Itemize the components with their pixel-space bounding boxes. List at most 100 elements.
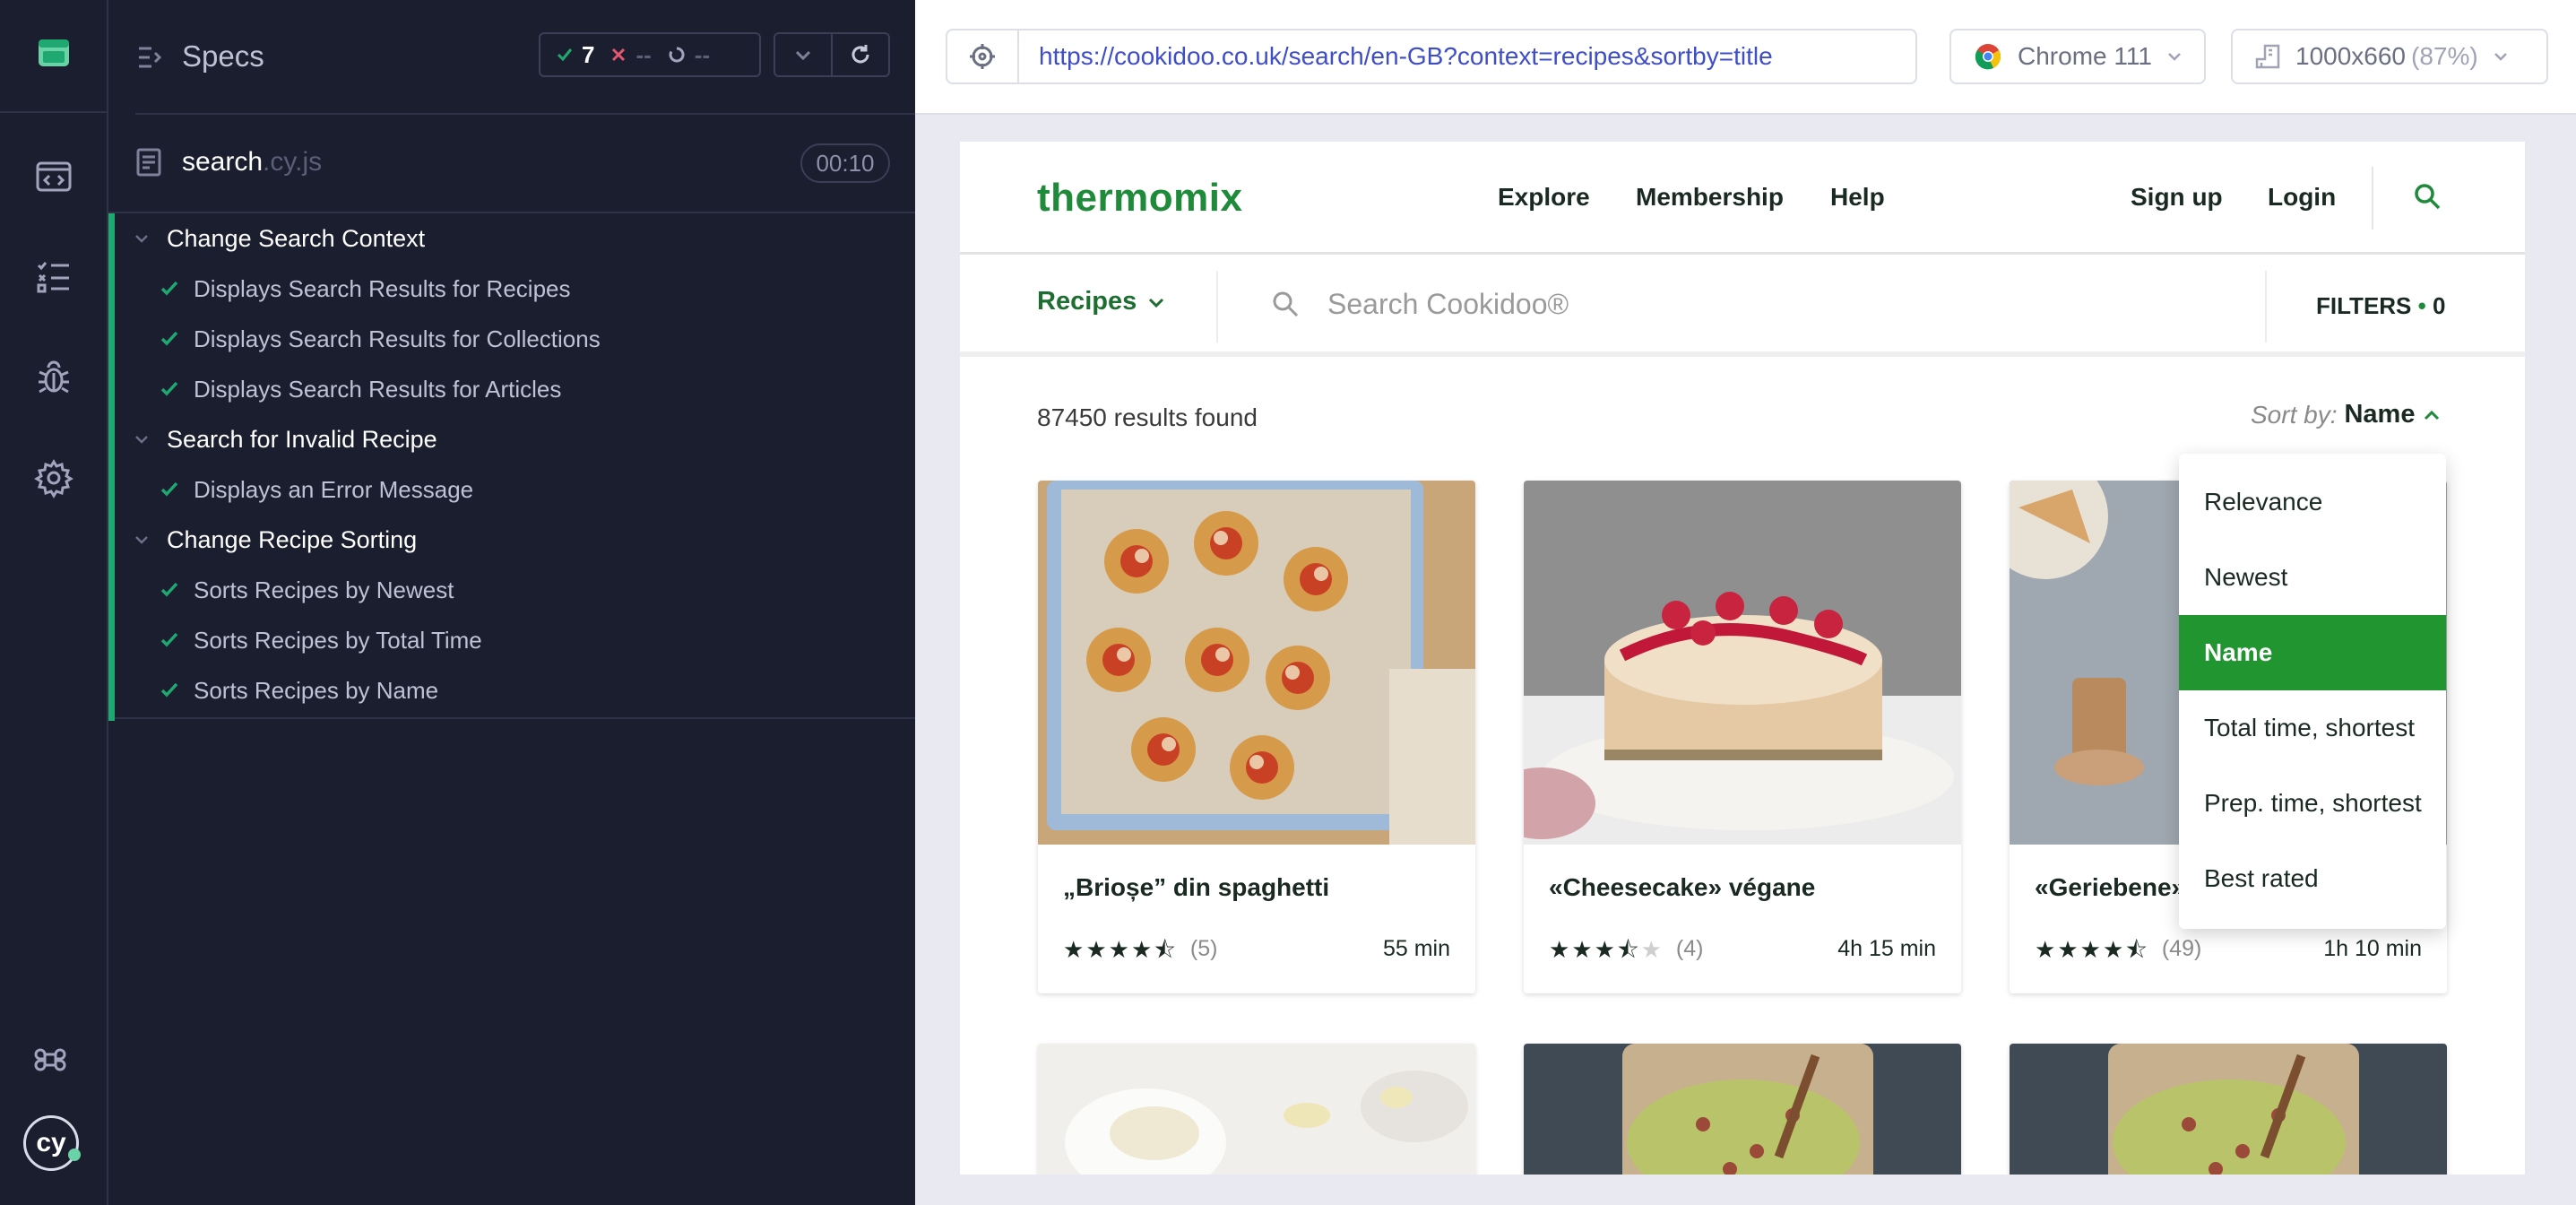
test-row[interactable]: Displays Search Results for Articles [115, 364, 915, 414]
recipe-title: «Geriebene» [2035, 873, 2186, 901]
test-row[interactable]: Displays Search Results for Recipes [115, 264, 915, 314]
recipe-card[interactable] [1038, 1044, 1475, 1175]
pending-count: -- [694, 40, 711, 68]
test-row[interactable]: Sorts Recipes by Newest [115, 565, 915, 615]
app-logo-icon[interactable] [0, 4, 108, 102]
url-text[interactable]: https://cookidoo.co.uk/search/en-GB?cont… [1039, 42, 1773, 71]
nav-help[interactable]: Help [1830, 183, 1885, 212]
star-icon: ★ [1108, 935, 1129, 963]
settings-gear-icon[interactable] [0, 429, 108, 527]
sort-option-relevance[interactable]: Relevance [2179, 464, 2446, 540]
star-icon: ★ [1063, 935, 1085, 963]
test-row[interactable]: Sorts Recipes by Total Time [115, 615, 915, 665]
reporter-panel: Specs 7 -- -- search.cy.js 00:10 Change … [108, 0, 915, 1205]
aut-toolbar: https://cookidoo.co.uk/search/en-GB?cont… [915, 0, 2576, 115]
star-icon: ★ [2035, 935, 2056, 963]
suite-label: Change Search Context [167, 224, 426, 252]
sign-up-link[interactable]: Sign up [2131, 183, 2223, 212]
sort-option-total-time[interactable]: Total time, shortest [2179, 690, 2446, 766]
search-context-dropdown[interactable]: Recipes [1037, 287, 1165, 316]
test-label: Displays Search Results for Collections [194, 325, 601, 352]
runner-controls [774, 32, 890, 77]
spec-duration: 00:10 [800, 143, 890, 183]
passed-stat: 7 [557, 41, 594, 69]
star-icon: ★ [1085, 935, 1107, 963]
chrome-icon [1975, 43, 2001, 70]
suite-label: Search for Invalid Recipe [167, 425, 437, 453]
sort-dropdown-menu: Relevance Newest Name Total time, shorte… [2179, 454, 2446, 929]
nav-membership[interactable]: Membership [1636, 183, 1784, 212]
browser-selector[interactable]: Chrome 111 [1949, 29, 2206, 84]
recipe-rating: ★ ★ ★ ★ ⯪ (5) [1063, 936, 1217, 962]
cypress-nav-rail: cy [0, 0, 108, 1205]
specs-list-icon[interactable] [135, 43, 164, 76]
app-under-test: thermomix Explore Membership Help Sign u… [960, 142, 2525, 1175]
test-row[interactable]: Sorts Recipes by Name [115, 665, 915, 715]
sort-value: Name [2344, 400, 2416, 429]
viewport-selector[interactable]: 1000x660 (87%) [2231, 29, 2548, 84]
specs-nav-icon[interactable] [0, 127, 108, 226]
cypress-logo-icon: cy [23, 1115, 81, 1171]
ruler-icon [2254, 43, 2281, 70]
test-label: Sorts Recipes by Total Time [194, 626, 482, 654]
test-row[interactable]: Displays Search Results for Collections [115, 314, 915, 364]
spec-file-row: search.cy.js 00:10 [108, 115, 915, 212]
star-icon: ★ [1594, 935, 1615, 963]
spec-file-name: search.cy.js [182, 147, 322, 178]
site-header: thermomix Explore Membership Help Sign u… [960, 142, 2525, 255]
test-row[interactable]: Displays an Error Message [115, 464, 915, 515]
recipe-time: 1h 10 min [2323, 936, 2422, 961]
recipe-time: 4h 15 min [1837, 936, 1936, 961]
runs-nav-icon[interactable] [0, 228, 108, 326]
sort-option-newest[interactable]: Newest [2179, 540, 2446, 615]
browser-name: Chrome 111 [2018, 42, 2152, 70]
failed-count: -- [635, 40, 652, 68]
specs-title: Specs [182, 39, 264, 73]
url-bar[interactable]: https://cookidoo.co.uk/search/en-GB?cont… [946, 29, 1917, 84]
selector-playground-crosshair-icon[interactable] [947, 30, 1019, 82]
suite-change-recipe-sorting[interactable]: Change Recipe Sorting [115, 515, 915, 565]
collapse-chevron-button[interactable] [775, 34, 833, 75]
rating-count: (4) [1675, 936, 1704, 961]
recipe-card[interactable]: „Brioșe” din spaghetti ★ ★ ★ ★ ⯪ (5) 55 min [1038, 481, 1475, 993]
sort-option-best-rated[interactable]: Best rated [2179, 841, 2446, 916]
sort-option-prep-time[interactable]: Prep. time, shortest [2179, 766, 2446, 841]
thermomix-logo[interactable]: thermomix [1037, 176, 1242, 221]
test-label: Displays Search Results for Recipes [194, 274, 571, 302]
test-label: Displays an Error Message [194, 475, 474, 503]
recipe-image [2010, 1044, 2447, 1175]
chevron-up-icon [2425, 410, 2440, 420]
chevron-down-icon [1149, 298, 1164, 308]
recipe-card[interactable] [1524, 1044, 1961, 1175]
reporter-header: Specs 7 -- -- [108, 0, 915, 115]
recipe-time: 55 min [1382, 936, 1450, 961]
recipe-image [1524, 1044, 1961, 1175]
filters-button[interactable]: FILTERS • 0 [2316, 292, 2445, 320]
recipe-card[interactable] [2010, 1044, 2447, 1175]
debug-bug-icon[interactable] [0, 328, 108, 427]
sort-label: Sort by: [2251, 400, 2338, 429]
recipe-title: «Cheesecake» végane [1549, 873, 1816, 901]
chevron-down-icon [2494, 53, 2507, 61]
recipe-card[interactable]: «Cheesecake» végane ★ ★ ★ ⯪ ★ (4) 4h 15 min [1524, 481, 1961, 993]
search-input[interactable] [1327, 283, 2134, 325]
suite-change-search-context[interactable]: Change Search Context [115, 213, 915, 264]
failed-stat: -- [610, 40, 652, 69]
sort-option-name[interactable]: Name [2179, 615, 2446, 690]
suite-invalid-recipe[interactable]: Search for Invalid Recipe [115, 414, 915, 464]
keyboard-shortcuts-icon[interactable] [32, 1042, 68, 1082]
half-star-icon: ⯪ [2125, 935, 2148, 963]
passed-count: 7 [582, 40, 595, 68]
login-link[interactable]: Login [2268, 183, 2336, 212]
recipe-image [1038, 481, 1475, 845]
search-icon[interactable] [2412, 181, 2442, 216]
rerun-button[interactable] [833, 34, 888, 75]
sort-control[interactable]: Sort by: Name [2251, 400, 2442, 429]
filters-label: FILTERS [2316, 292, 2412, 319]
test-label: Sorts Recipes by Name [194, 676, 439, 704]
test-label: Displays Search Results for Articles [194, 375, 562, 403]
rating-count: (5) [1189, 936, 1218, 961]
document-icon [135, 147, 162, 182]
nav-explore[interactable]: Explore [1498, 183, 1590, 212]
spec-file-basename: search [182, 147, 264, 177]
